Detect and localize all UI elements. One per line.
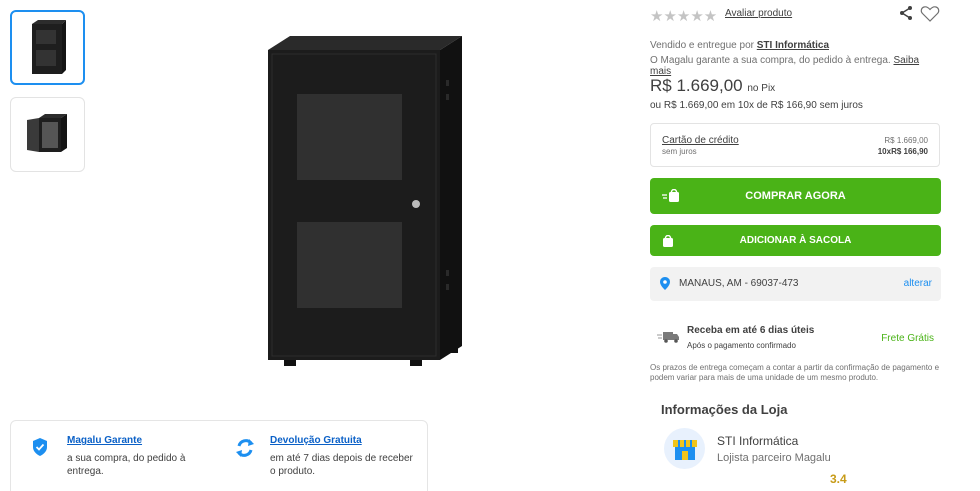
payment-option-card[interactable]: Cartão de crédito sem juros R$ 1.669,00 … xyxy=(650,123,940,167)
card-installment: 10xR$ 166,90 xyxy=(877,147,928,156)
share-icon[interactable] xyxy=(898,5,914,21)
devolucao-link[interactable]: Devolução Gratuita xyxy=(270,435,415,446)
store-info-heading: Informações da Loja xyxy=(661,402,788,417)
add-to-bag-label: ADICIONAR À SACOLA xyxy=(739,235,852,246)
thumbnail-front[interactable] xyxy=(10,10,85,85)
location-box: MANAUS, AM - 69037-473 alterar xyxy=(650,267,941,301)
card-subtitle: sem juros xyxy=(662,147,697,156)
change-location-link[interactable]: alterar xyxy=(904,278,932,289)
rack-thumbnail-image xyxy=(31,19,66,74)
storefront-icon xyxy=(672,439,697,460)
location-pin-icon xyxy=(660,277,670,290)
free-shipping-label: Frete Grátis xyxy=(881,333,934,344)
magalu-garante-text: a sua compra, do pedido à entrega. xyxy=(67,453,186,477)
bag-icon xyxy=(663,234,673,247)
truck-icon xyxy=(657,332,679,343)
thumbnail-side[interactable] xyxy=(10,97,85,172)
buy-now-button[interactable]: COMPRAR AGORA xyxy=(650,178,941,214)
delivery-subtitle: Após o pagamento confirmado xyxy=(687,341,796,350)
buy-now-label: COMPRAR AGORA xyxy=(745,190,846,202)
rating-stars[interactable]: ★★★★★ xyxy=(650,7,717,25)
price-value: R$ 1.669,00 xyxy=(650,76,743,95)
card-total: R$ 1.669,00 xyxy=(884,136,928,145)
product-main-image[interactable] xyxy=(250,30,480,375)
delivery-title: Receba em até 6 dias úteis xyxy=(687,325,815,336)
seller-line: Vendido e entregue por STI Informática xyxy=(650,40,829,51)
store-subtitle: Lojista parceiro Magalu xyxy=(717,452,831,464)
store-avatar[interactable] xyxy=(664,428,705,469)
card-title: Cartão de crédito xyxy=(662,135,739,146)
guarantee-box: Magalu Garante a sua compra, do pedido à… xyxy=(10,420,428,491)
rate-product-link[interactable]: Avaliar produto xyxy=(725,8,792,19)
shield-check-icon xyxy=(33,438,47,456)
installments-text: ou R$ 1.669,00 em 10x de R$ 166,90 sem j… xyxy=(650,100,863,111)
location-text: MANAUS, AM - 69037-473 xyxy=(679,278,799,289)
devolucao-text: em até 7 dias depois de receber o produt… xyxy=(270,453,413,477)
delivery-note: Os prazos de entrega começam a contar a … xyxy=(650,363,940,382)
heart-icon[interactable] xyxy=(920,5,940,23)
rack-open-thumbnail-image xyxy=(26,114,67,152)
fast-bag-icon xyxy=(662,189,679,202)
magalu-garante-link[interactable]: Magalu Garante xyxy=(67,435,197,446)
store-name[interactable]: STI Informática xyxy=(717,434,798,448)
price-suffix: no Pix xyxy=(747,83,776,94)
seller-prefix: Vendido e entregue por xyxy=(650,40,754,51)
guarantee-text: O Magalu garante a sua compra, do pedido… xyxy=(650,55,891,66)
refresh-arrows-icon xyxy=(236,439,254,457)
add-to-bag-button[interactable]: ADICIONAR À SACOLA xyxy=(650,225,941,256)
store-rating: 3.4 xyxy=(830,472,847,486)
seller-link[interactable]: STI Informática xyxy=(757,40,829,51)
rack-cabinet-image xyxy=(268,36,462,366)
product-price: R$ 1.669,00 no Pix xyxy=(650,76,775,96)
guarantee-line: O Magalu garante a sua compra, do pedido… xyxy=(650,55,942,77)
